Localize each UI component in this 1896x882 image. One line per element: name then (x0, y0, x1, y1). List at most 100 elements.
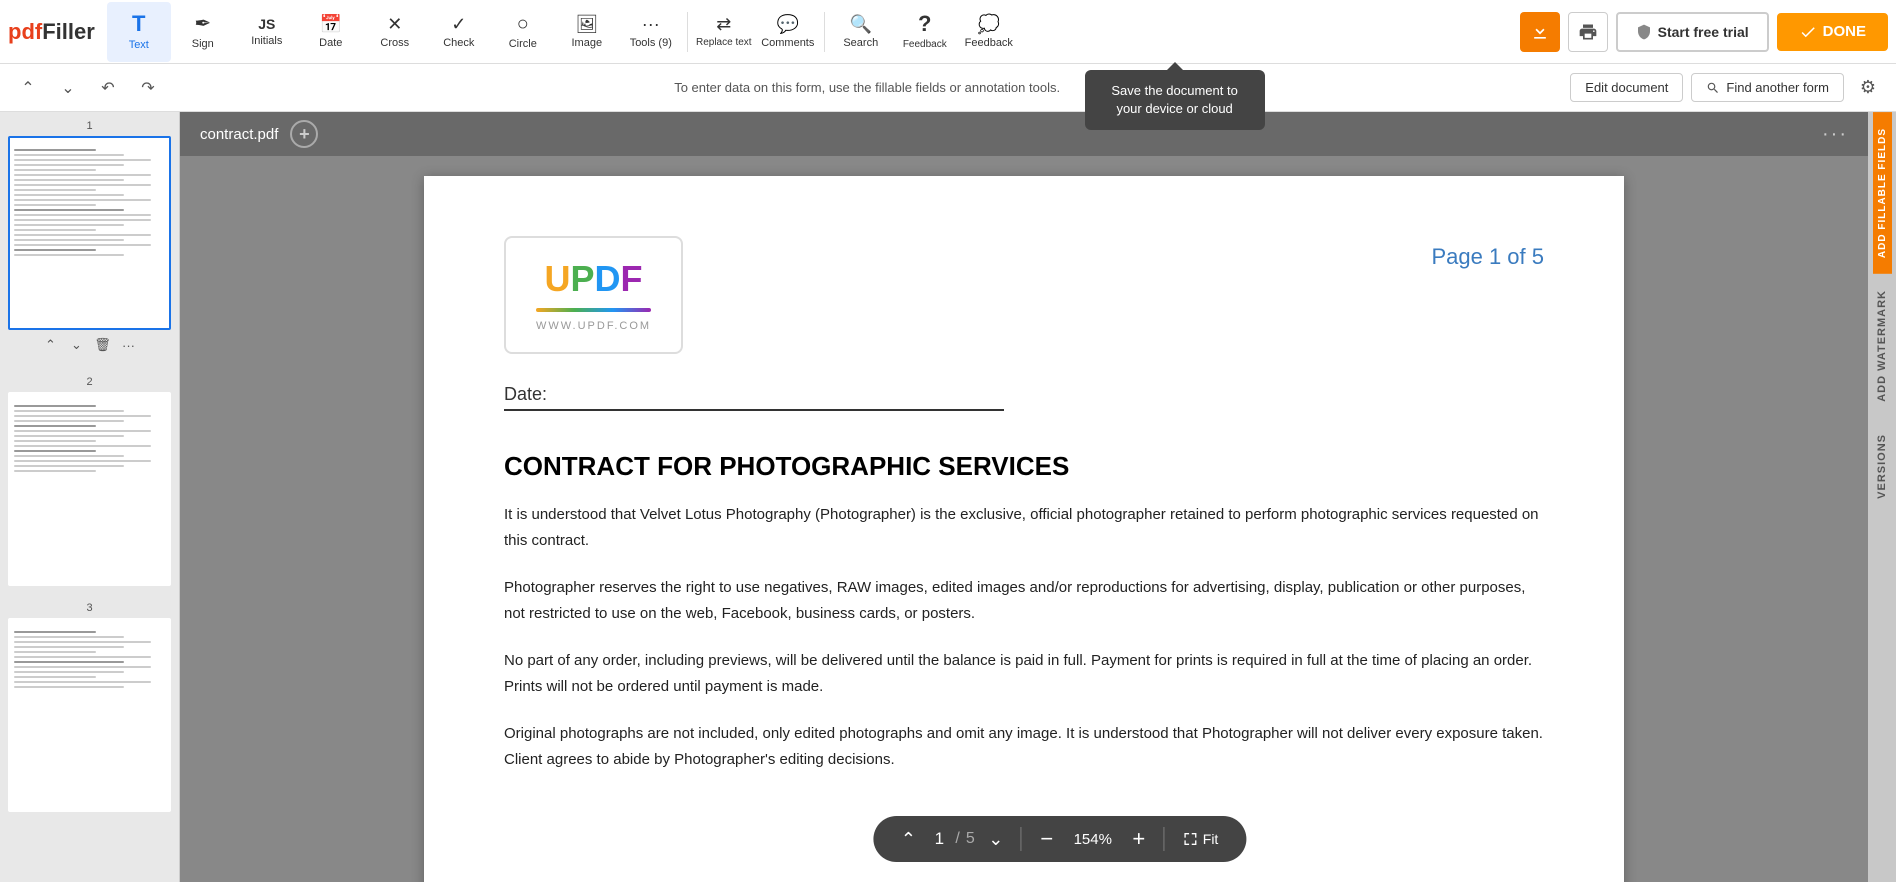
page-thumb-inner-2 (8, 392, 171, 586)
text-icon: T (132, 13, 145, 35)
prev-page-sidebar-btn[interactable]: ⌃ (12, 72, 44, 104)
tool-image[interactable]: 🖼 Image (555, 2, 619, 62)
contract-title: CONTRACT FOR PHOTOGRAPHIC SERVICES (504, 451, 1544, 482)
tool-date[interactable]: 📅 Date (299, 2, 363, 62)
image-icon: 🖼 (575, 15, 598, 33)
redo-button[interactable]: ↷ (132, 72, 164, 104)
page-thumbnails-sidebar: 1 (0, 112, 180, 882)
page-thumb-inner-3 (8, 618, 171, 812)
page-separator: / (955, 830, 959, 848)
contract-para-3: No part of any order, including previews… (504, 648, 1544, 699)
tool-search[interactable]: 🔍 Search (829, 2, 893, 62)
tool-sign[interactable]: ✒ Sign (171, 2, 235, 62)
next-page-sidebar-btn[interactable]: ⌄ (52, 72, 84, 104)
pagination-bar: ⌃ 1 / 5 ⌄ − 154% + Fit (873, 816, 1246, 862)
page-thumb-3[interactable]: 3 (0, 594, 179, 820)
circle-icon: ○ (517, 14, 529, 34)
toolbar-separator (687, 12, 688, 52)
tool-replace[interactable]: ⇄ Replace text (692, 2, 756, 62)
add-watermark-tab[interactable]: ADD WATERMARK (1872, 274, 1892, 418)
fit-page-button[interactable]: Fit (1175, 827, 1227, 851)
right-side-tabs: ADD FILLABLE FIELDS ADD WATERMARK VERSIO… (1868, 112, 1896, 882)
edit-document-button[interactable]: Edit document (1570, 73, 1683, 102)
date-field: Date: (504, 384, 1004, 411)
sign-icon: ✒ (194, 14, 211, 34)
add-page-button[interactable]: + (290, 120, 318, 148)
pag-divider-1 (1021, 827, 1022, 851)
page-thumb-2[interactable]: 2 (0, 368, 179, 594)
thumb-content-1 (10, 138, 155, 328)
toolbar-right: Save the document to your device or clou… (1520, 12, 1888, 52)
tool-cross[interactable]: ✕ Cross (363, 2, 427, 62)
contract-para-1: It is understood that Velvet Lotus Photo… (504, 502, 1544, 553)
settings-button[interactable]: ⚙ (1852, 72, 1884, 104)
prev-page-button[interactable]: ⌃ (893, 824, 923, 854)
pdf-canvas-area: contract.pdf + ··· UPDF WWW.UPDF.COM Pag… (180, 112, 1868, 882)
top-toolbar: pdfFiller T Text ✒ Sign JS Initials 📅 Da… (0, 0, 1896, 64)
check-icon: ✓ (451, 15, 466, 33)
document-filename: contract.pdf (200, 126, 278, 143)
search-icon: 🔍 (850, 15, 872, 33)
tool-initials[interactable]: JS Initials (235, 2, 299, 62)
date-icon: 📅 (320, 15, 342, 33)
zoom-value: 154% (1068, 831, 1118, 848)
total-pages: 5 (966, 830, 975, 848)
page-thumb-1[interactable]: 1 (0, 112, 179, 368)
tool-comments[interactable]: 💬 Comments (756, 2, 820, 62)
more-tools-icon: ··· (642, 15, 660, 33)
print-button[interactable] (1568, 12, 1608, 52)
tool-tools[interactable]: ··· Tools (9) (619, 2, 683, 62)
comments-icon: 💬 (777, 15, 799, 33)
download-tooltip: Save the document to your device or clou… (1085, 70, 1265, 130)
thumb-controls-1: ⌃ ⌄ 🗑 ··· (8, 330, 171, 360)
feedback-icon: 💭 (978, 15, 1000, 33)
second-toolbar: ⌃ ⌄ ↶ ↷ To enter data on this form, use … (0, 64, 1896, 112)
thumb-lines-2 (14, 402, 151, 475)
contract-para-2: Photographer reserves the right to use n… (504, 575, 1544, 626)
tool-check[interactable]: ✓ Check (427, 2, 491, 62)
updf-logo-box: UPDF WWW.UPDF.COM (504, 236, 683, 354)
main-area: 1 (0, 112, 1896, 882)
done-button[interactable]: DONE (1777, 13, 1888, 51)
download-wrapper: Save the document to your device or clou… (1520, 12, 1560, 52)
replace-icon: ⇄ (716, 15, 731, 33)
page-num-2: 2 (8, 376, 171, 388)
initials-icon: JS (258, 17, 275, 31)
page-num-1: 1 (8, 120, 171, 132)
search-small-icon (1706, 81, 1720, 95)
page-thumb-inner-1 (8, 136, 171, 330)
toolbar-info-text: To enter data on this form, use the fill… (172, 80, 1562, 95)
zoom-out-button[interactable]: − (1032, 824, 1062, 854)
tool-text[interactable]: T Text (107, 2, 171, 62)
help-icon: ? (918, 13, 931, 35)
trial-button[interactable]: Start free trial (1616, 12, 1769, 52)
thumb-lines-1 (14, 146, 151, 259)
thumb-content-2 (10, 394, 155, 584)
tool-circle[interactable]: ○ Circle (491, 2, 555, 62)
thumb-more-btn[interactable]: ··· (118, 334, 140, 356)
thumb-delete-btn[interactable]: 🗑 (92, 334, 114, 356)
zoom-in-button[interactable]: + (1124, 824, 1154, 854)
thumb-down-btn[interactable]: ⌄ (66, 334, 88, 356)
download-button[interactable] (1520, 12, 1560, 52)
app-logo: pdfFiller (8, 19, 95, 45)
undo-button[interactable]: ↶ (92, 72, 124, 104)
pdf-page-content: UPDF WWW.UPDF.COM Page 1 of 5 Date: (424, 176, 1624, 882)
page-indicator: Page 1 of 5 (1431, 244, 1544, 270)
updf-rainbow-bar (536, 308, 651, 312)
page-num-3: 3 (8, 602, 171, 614)
doc-more-options-button[interactable]: ··· (1822, 123, 1848, 146)
tool-feedback[interactable]: 💭 Feedback (957, 2, 1021, 62)
thumb-up-btn[interactable]: ⌃ (40, 334, 62, 356)
tool-help[interactable]: ? Feedback (893, 2, 957, 62)
contract-para-4: Original photographs are not included, o… (504, 721, 1544, 772)
next-page-button[interactable]: ⌄ (981, 824, 1011, 854)
add-fillable-fields-tab[interactable]: ADD FILLABLE FIELDS (1873, 112, 1892, 274)
second-toolbar-right: Edit document Find another form ⚙ (1570, 72, 1884, 104)
thumb-content-3 (10, 620, 155, 810)
find-another-form-button[interactable]: Find another form (1691, 73, 1844, 102)
cross-icon: ✕ (387, 15, 402, 33)
pag-divider-2 (1164, 827, 1165, 851)
current-page: 1 (929, 829, 949, 849)
versions-tab[interactable]: VERSIONS (1872, 418, 1892, 515)
